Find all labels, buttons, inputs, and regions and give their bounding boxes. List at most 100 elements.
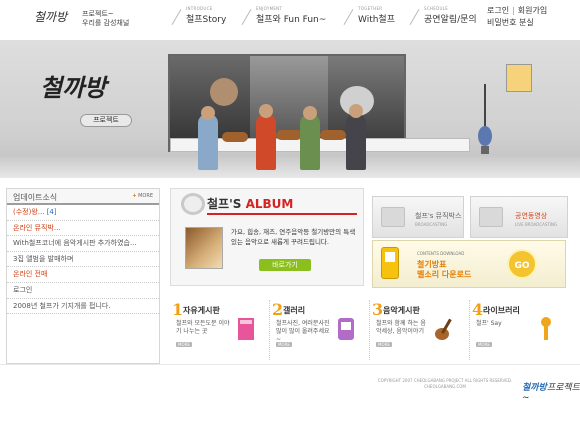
guitar-icon [222, 132, 248, 142]
nav-item-schedule[interactable]: SCHEDULE 공연알림/문의 [409, 6, 477, 32]
board-title: 라이브러리 [483, 306, 520, 315]
music-box-icon [381, 207, 405, 227]
top-bar: 철까방 프로젝트~ 우리를 감성채널 INTRODUCE 철프Story ENJ… [0, 0, 580, 38]
face-left [210, 78, 238, 106]
guitar-icon [435, 318, 452, 340]
signup-link[interactable]: 회원가입 [518, 6, 547, 15]
nav-sub-label: ENJOYMENT [256, 6, 283, 11]
board-free[interactable]: 1 자유게시판 철프와 모든도분 이야기 나누는 곳 MORE [170, 300, 270, 360]
board-number: 3 [372, 300, 384, 319]
download-small-label: CONTENTS DOWNLOAD [417, 251, 465, 256]
plus-icon: + [132, 193, 137, 199]
nav-label: With철프 [358, 15, 395, 25]
nav-divider [343, 8, 354, 26]
board-library[interactable]: 4 라이브러리 철프' Say MORE [470, 300, 570, 360]
footer-divider [0, 364, 580, 365]
tagline-line2: 우리를 감성채널 [82, 19, 130, 27]
band-member-head [349, 104, 363, 118]
lost-password-link[interactable]: 비밀번호 분실 [487, 18, 534, 27]
hero-banner: 철까방 프로젝트 [0, 40, 580, 178]
nav-sub-label: TOGETHER [358, 6, 383, 11]
live-video-title: 공연동영상 [515, 212, 548, 220]
nav-sub-label: INTRODUCE [186, 6, 213, 11]
board-more-button[interactable]: MORE [176, 342, 192, 347]
nav-divider [171, 8, 182, 26]
footer-logo: 철까방프로젝트~ [522, 380, 580, 403]
board-title: 음악게시판 [383, 306, 420, 315]
band-member-head [259, 104, 273, 118]
board-music[interactable]: 3 음악게시판 철프와 함께 하는 음악세상, 음악이야기 MORE [370, 300, 470, 360]
nav-item-with[interactable]: TOGETHER With철프 [343, 6, 395, 32]
board-number: 2 [272, 300, 284, 319]
login-link[interactable]: 로그인 [487, 6, 509, 15]
headphones-icon [181, 193, 205, 215]
board-description: 철프' Say [476, 320, 502, 327]
album-go-button[interactable]: 바로가기 [259, 259, 311, 271]
album-title-underline [207, 213, 357, 215]
update-news-title: 업데이트소식 [13, 193, 58, 202]
site-logo[interactable]: 철까방 [34, 8, 67, 25]
update-news-list: (수정)왕... [4] 온라인 뮤직박... With철프코너에 음악게시판 … [7, 205, 159, 315]
album-title-accent: ALBUM [245, 197, 294, 211]
music-box-button[interactable]: 철프's 뮤직박스 BROADCASTING [372, 196, 464, 238]
board-title: 자유게시판 [183, 306, 220, 315]
list-item[interactable]: 3집 앨범을 발매하며 [7, 252, 159, 268]
board-gallery[interactable]: 2 갤러리 철프사진, 여러분사진 많이 많이 올려주세요~ MORE [270, 300, 370, 360]
list-item[interactable]: 로그인 [7, 283, 159, 299]
list-item[interactable]: 온라인 뮤직박... [7, 221, 159, 237]
list-item[interactable]: With철프코너에 음악게시판 추가하였습... [7, 236, 159, 252]
nav-label: 공연알림/문의 [424, 15, 477, 25]
wall-frame-image [506, 64, 532, 92]
album-description: 가요, 힙송, 재즈, 연주음악등 철기방만의 특색있는 음악으로 새롭게 꾸려… [231, 228, 356, 246]
board-description: 철프와 모든도분 이야기 나누는 곳 [176, 320, 230, 335]
comment-count: [4] [46, 208, 57, 216]
video-icon [479, 207, 503, 227]
board-more-button[interactable]: MORE [276, 342, 292, 347]
copyright-line2: CHEOLGABANG.COM [424, 384, 466, 389]
list-item-text: 2008년 철프가 기지개를 펍니다. [13, 301, 111, 310]
more-label: MORE [138, 193, 153, 199]
list-item-text: (수정)왕... [13, 208, 45, 216]
band-member [256, 114, 276, 170]
board-title: 갤러리 [283, 306, 306, 315]
guitar-icon [320, 130, 346, 140]
tagline-line1: 프로젝트~ [82, 10, 114, 18]
update-news-panel: 업데이트소식 + MORE (수정)왕... [4] 온라인 뮤직박... Wi… [6, 188, 160, 364]
music-box-sub: BROADCASTING [415, 222, 448, 227]
go-button[interactable]: GO [507, 249, 537, 279]
nav-divider [409, 8, 420, 26]
update-news-more-button[interactable]: + MORE [132, 193, 153, 199]
board-links: 1 자유게시판 철프와 모든도분 이야기 나누는 곳 MORE 2 갤러리 철프… [170, 300, 570, 360]
list-item-text: 온라인 전매 [13, 270, 48, 279]
album-title: 철프'S ALBUM [207, 195, 293, 212]
album-title-prefix: 철프'S [207, 197, 242, 211]
list-item[interactable]: (수정)왕... [4] [7, 205, 159, 221]
list-item[interactable]: 2008년 철프가 기지개를 펍니다. [7, 299, 159, 315]
board-more-button[interactable]: MORE [376, 342, 392, 347]
separator: | [512, 6, 515, 15]
album-cover-image[interactable] [185, 227, 223, 269]
list-item-text: 온라인 뮤직박... [13, 223, 61, 232]
copyright-text: COPYRIGHT 2007 CHEOLGABANG PROJECT ALL R… [366, 378, 524, 390]
nav-item-fun[interactable]: ENJOYMENT 철프와 Fun Fun~ [241, 6, 326, 32]
nav-label: 철프Story [186, 15, 227, 25]
nav-divider [241, 8, 252, 26]
download-title-line2: 벨소리 다운로드 [417, 270, 472, 279]
live-video-button[interactable]: 공연동영상 LIVE BROADCASTING [470, 196, 568, 238]
nav-item-story[interactable]: INTRODUCE 철프Story [171, 6, 227, 32]
phone-screen [385, 252, 395, 262]
list-item-text: 로그인 [13, 285, 33, 294]
nav-sub-label: SCHEDULE [424, 6, 449, 11]
music-box-title: 철프's 뮤직박스 [415, 212, 462, 220]
account-links: 로그인 | 회원가입 비밀번호 분실 [487, 5, 547, 29]
board-description: 철프사진, 여러분사진 많이 많이 올려주세요~ [276, 320, 330, 343]
board-more-button[interactable]: MORE [476, 342, 492, 347]
media-player-icon [338, 318, 354, 340]
list-item[interactable]: 온라인 전매 [7, 267, 159, 283]
board-number: 1 [172, 300, 184, 319]
book-icon [238, 318, 254, 340]
board-description: 철프와 함께 하는 음악세상, 음악이야기 [376, 320, 426, 335]
board-number: 4 [472, 300, 484, 319]
ringtone-download-banner[interactable]: CONTENTS DOWNLOAD 철기방표 벨소리 다운로드 GO [372, 240, 566, 288]
band-member-head [201, 106, 215, 120]
